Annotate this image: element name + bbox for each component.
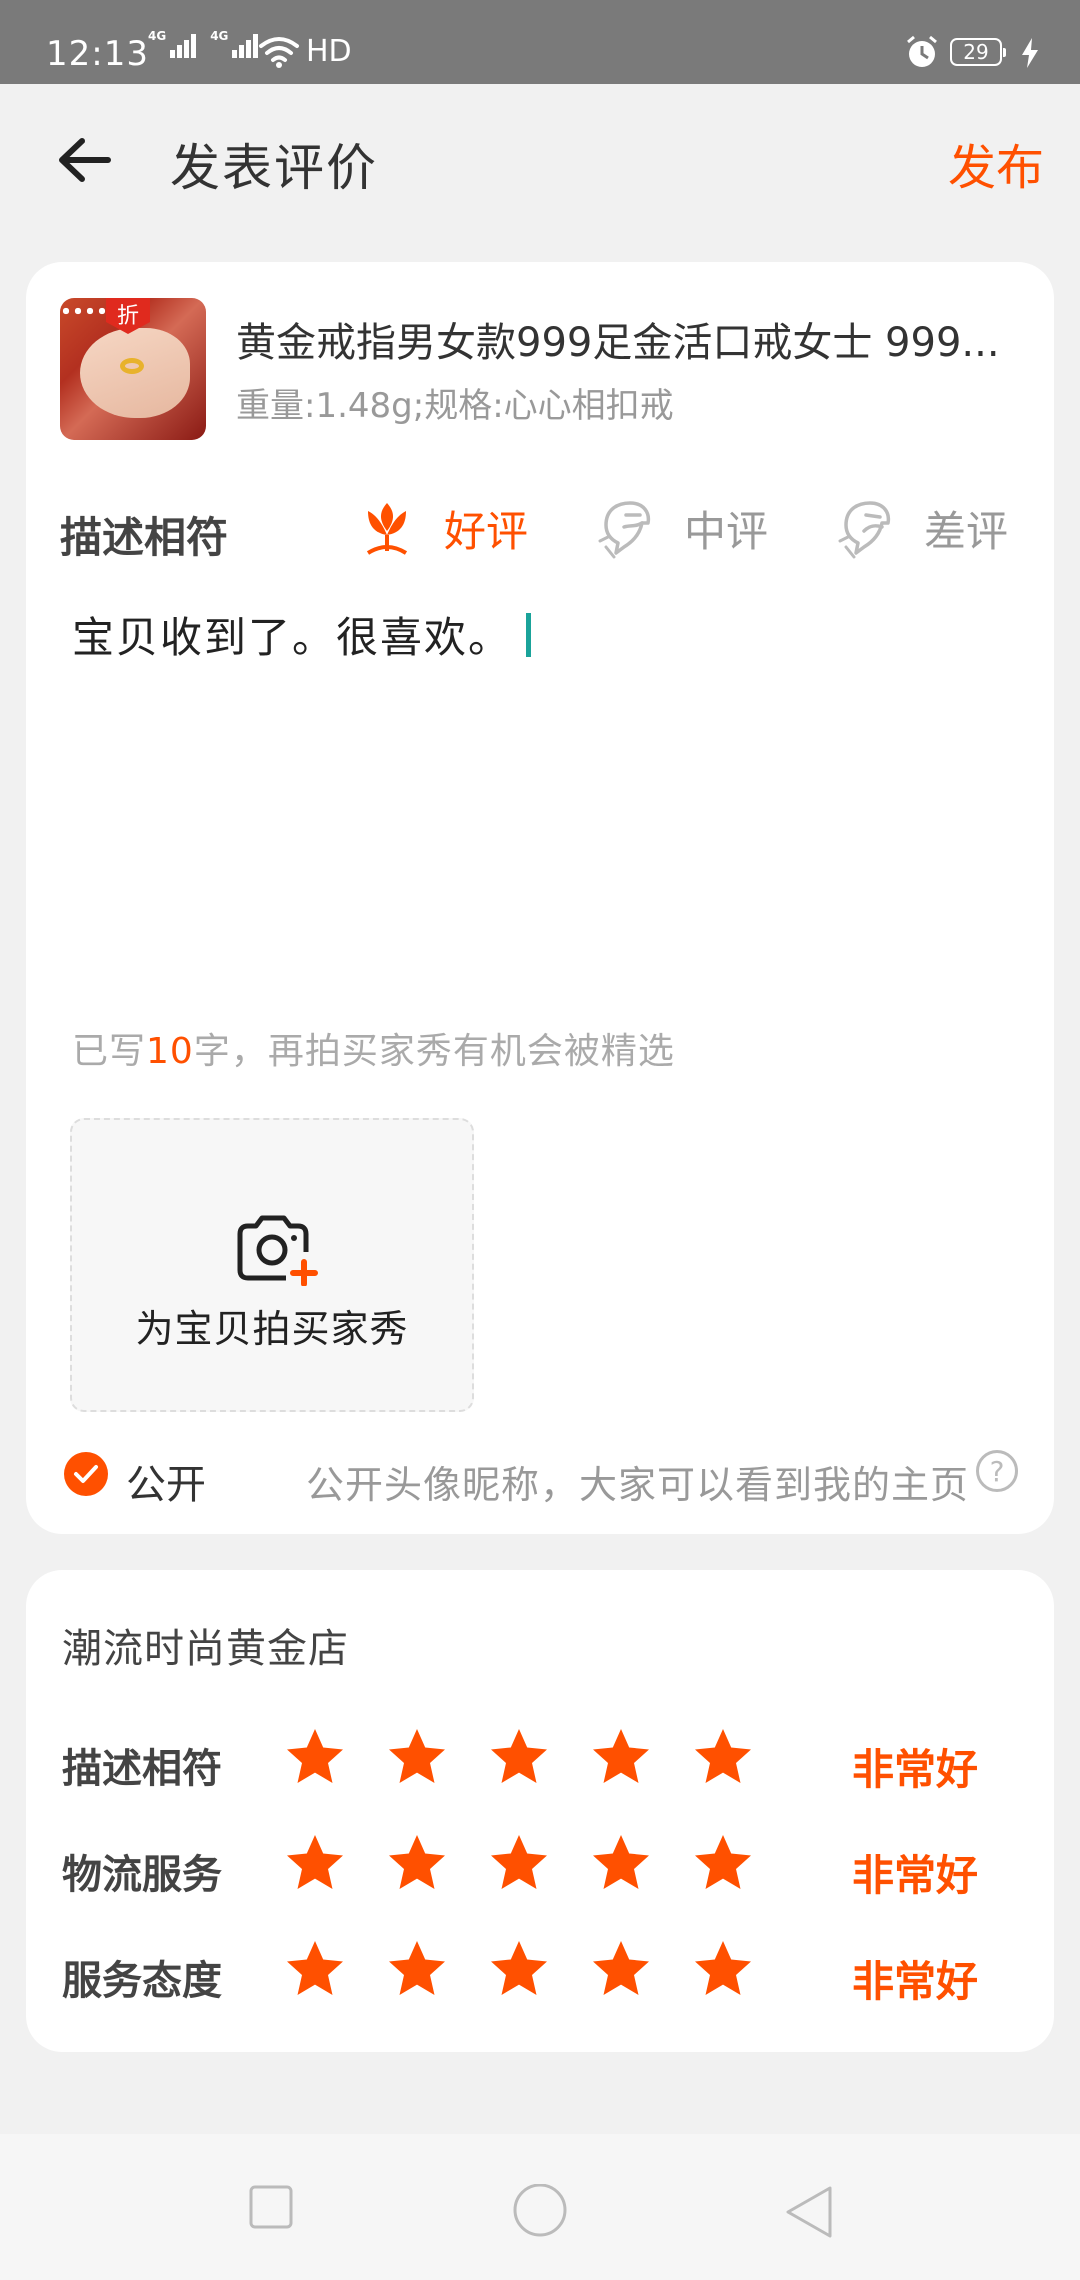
rating-option-good[interactable]: 好评: [356, 492, 528, 564]
shop-rating-row: 服务态度 非常好: [62, 1938, 1042, 2008]
shop-rating-label: 描述相符: [62, 1746, 222, 1792]
rating-option-neutral[interactable]: 中评: [596, 492, 768, 564]
question-icon[interactable]: ?: [976, 1450, 1018, 1492]
star-icon[interactable]: [284, 1726, 346, 1788]
system-nav-bar: [0, 2134, 1080, 2280]
word-count-hint: 已写10字，再拍买家秀有机会被精选: [72, 1031, 675, 1072]
shop-rating-card: 潮流时尚黄金店 描述相符 非常好 物流服务 非常好 服务态度 非常好: [26, 1570, 1054, 2052]
arrow-left-icon: [59, 138, 111, 182]
header: 发表评价 发布: [0, 84, 1080, 224]
star-icon[interactable]: [284, 1938, 346, 2000]
shop-rating-label: 物流服务: [62, 1852, 222, 1898]
review-text: 宝贝收到了。很喜欢。: [72, 613, 513, 662]
page-title: 发表评价: [170, 139, 378, 197]
flower-icon: [366, 503, 408, 555]
star-icon[interactable]: [386, 1726, 448, 1788]
charging-icon: [1020, 38, 1040, 72]
star-icon[interactable]: [284, 1832, 346, 1894]
public-description: 公开头像昵称，大家可以看到我的主页: [306, 1463, 970, 1507]
signal-icon: 4G: [210, 30, 259, 58]
status-time: 12:13: [46, 34, 149, 74]
star-icon[interactable]: [488, 1726, 550, 1788]
shop-name: 潮流时尚黄金店: [62, 1626, 349, 1672]
hd-indicator: HD: [306, 34, 352, 69]
circle-icon: [513, 2183, 567, 2237]
rating-option-bad-label: 差评: [924, 506, 1009, 556]
description-rating-row: 描述相符 好评 中评 差评: [60, 492, 1040, 564]
sad-face-icon: [838, 501, 891, 559]
public-checkbox[interactable]: [64, 1452, 108, 1496]
status-bar: 12:13 4G 4G HD 29: [0, 0, 1080, 84]
star-icon[interactable]: [590, 1832, 652, 1894]
signal-icon: 4G: [148, 30, 197, 58]
star-icon[interactable]: [386, 1832, 448, 1894]
shop-rating-row: 物流服务 非常好: [62, 1832, 1042, 1902]
rating-option-good-label: 好评: [444, 506, 529, 556]
review-text-input[interactable]: 宝贝收到了。很喜欢。: [72, 604, 532, 665]
wifi-icon: [258, 34, 300, 72]
description-rating-label: 描述相符: [60, 513, 229, 562]
product-image[interactable]: 折: [60, 298, 206, 440]
star-rating[interactable]: [284, 1726, 754, 1788]
shop-rating-value: 非常好: [852, 1745, 979, 1794]
neutral-face-icon: [598, 501, 651, 559]
rating-option-bad[interactable]: 差评: [836, 492, 1008, 564]
publish-button[interactable]: 发布: [948, 128, 1044, 198]
star-icon[interactable]: [488, 1938, 550, 2000]
back-nav-button[interactable]: [784, 2184, 834, 2244]
star-icon[interactable]: [386, 1938, 448, 2000]
star-icon[interactable]: [692, 1938, 754, 2000]
star-icon[interactable]: [692, 1832, 754, 1894]
star-icon[interactable]: [590, 1938, 652, 2000]
product-spec: 重量:1.48g;规格:心心相扣戒: [236, 386, 674, 426]
review-card: 折 黄金戒指男女款999足金活口戒女士 999... 重量:1.48g;规格:心…: [26, 262, 1054, 1534]
star-icon[interactable]: [590, 1726, 652, 1788]
alarm-icon: [904, 34, 940, 74]
star-rating[interactable]: [284, 1938, 754, 2000]
star-icon[interactable]: [692, 1726, 754, 1788]
square-icon: [249, 2185, 293, 2229]
camera-add-icon: [237, 1215, 318, 1286]
public-label[interactable]: 公开: [126, 1452, 206, 1510]
shop-rating-value: 非常好: [852, 1957, 979, 2006]
network-indicators: 4G 4G: [148, 30, 259, 58]
star-icon[interactable]: [488, 1832, 550, 1894]
word-count-number: 10: [146, 1031, 194, 1072]
recents-button[interactable]: [248, 2184, 294, 2234]
shop-rating-row: 描述相符 非常好: [62, 1726, 1042, 1796]
text-cursor: [526, 612, 532, 657]
back-button[interactable]: [52, 128, 116, 192]
check-icon: [74, 1465, 98, 1483]
star-rating[interactable]: [284, 1832, 754, 1894]
product-title: 黄金戒指男女款999足金活口戒女士 999...: [236, 320, 1000, 366]
photo-upload-button[interactable]: 为宝贝拍买家秀: [70, 1118, 474, 1412]
shop-rating-label: 服务态度: [62, 1958, 222, 2004]
rating-option-neutral-label: 中评: [684, 506, 769, 556]
photo-upload-label: 为宝贝拍买家秀: [135, 1307, 409, 1351]
battery-indicator: 29: [950, 38, 1006, 66]
triangle-back-icon: [786, 2186, 832, 2238]
home-button[interactable]: [512, 2183, 568, 2244]
shop-rating-value: 非常好: [852, 1851, 979, 1900]
